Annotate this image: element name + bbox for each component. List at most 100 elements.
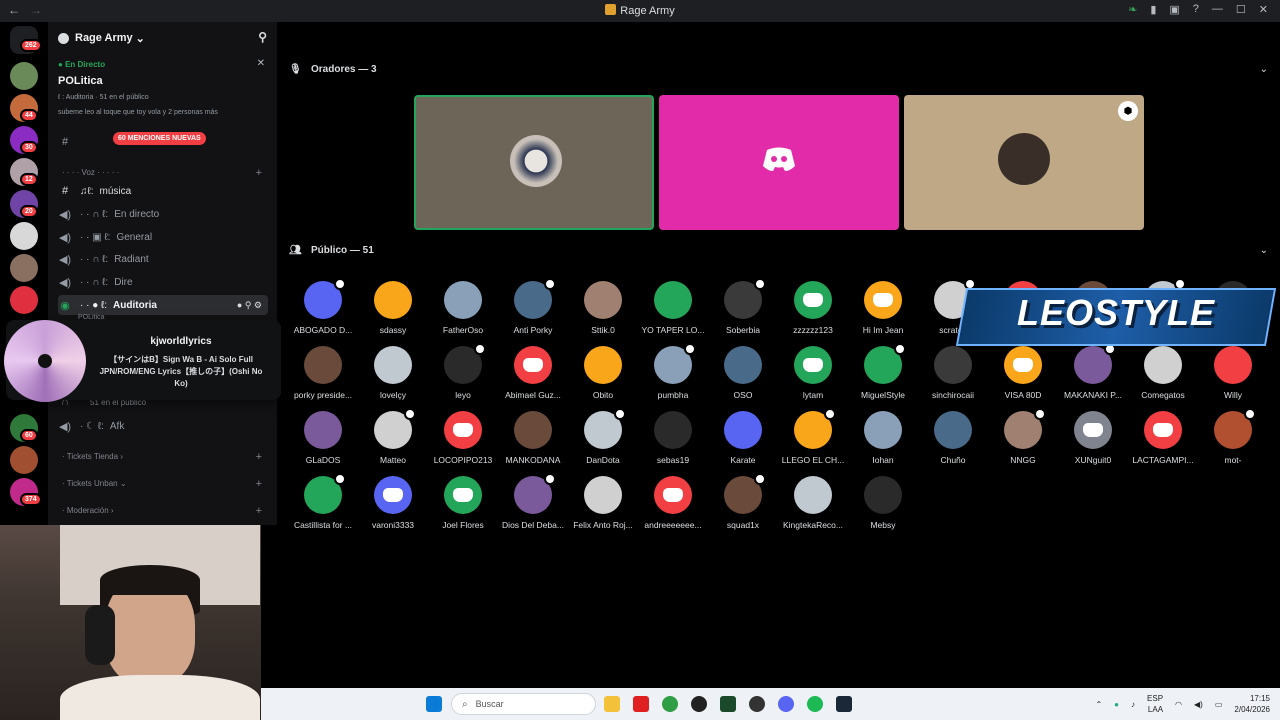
speakers-header[interactable]: 🎙︎ Oradores — 3	[289, 64, 377, 75]
new-mentions-badge[interactable]: 60 MENCIONES NUEVAS	[113, 132, 206, 145]
audience-member[interactable]: Mebsy	[848, 476, 918, 530]
audience-member[interactable]: sdassy	[358, 281, 428, 335]
leaf-icon[interactable]: ❧	[1128, 3, 1137, 16]
help-icon[interactable]: ?	[1193, 3, 1199, 16]
audience-member[interactable]: FatherOso	[428, 281, 498, 335]
chrome-icon[interactable]	[662, 696, 678, 712]
activity-popup[interactable]: kjworldlyrics 【サインはB】Sign Wa B - Ai Solo…	[4, 320, 281, 402]
audience-member[interactable]: Castillista for ...	[288, 473, 358, 530]
category-tickets-tienda[interactable]: · Tickets Tienda › +	[62, 451, 262, 463]
tray-app-icon[interactable]: ●	[1114, 700, 1119, 709]
audience-member[interactable]: Karate	[708, 411, 778, 465]
audience-member[interactable]: DanDota	[568, 408, 638, 465]
audience-member[interactable]: NNGG	[988, 408, 1058, 465]
channel-item-general[interactable]: ◀) · · ▣ ℓ: General	[58, 227, 268, 247]
youtube-icon[interactable]	[633, 696, 649, 712]
channel-tools-icon[interactable]: ● ⚲ ⚙	[237, 300, 262, 311]
audience-header[interactable]: 👥︎ Público — 51	[289, 245, 374, 256]
channel-item-auditoria[interactable]: ◉ · · ● ℓ: Auditoria ● ⚲ ⚙	[58, 295, 268, 315]
guild-icon[interactable]	[10, 254, 38, 282]
audience-member[interactable]: ABOGADO D...	[288, 278, 358, 335]
steam-icon[interactable]	[836, 696, 852, 712]
audience-member[interactable]: squad1x	[708, 473, 778, 530]
wifi-icon[interactable]: ◠	[1175, 700, 1182, 709]
audience-member[interactable]: YO TAPER LO...	[638, 281, 708, 335]
obs-icon[interactable]	[691, 696, 707, 712]
category-tickets-unban[interactable]: · Tickets Unban ⌄ +	[62, 478, 262, 490]
close-icon[interactable]: ✕	[257, 58, 265, 69]
add-channel-icon[interactable]: +	[256, 505, 262, 517]
audience-member[interactable]: LACTAGAMPI...	[1128, 411, 1198, 465]
audience-member[interactable]: Hi Im Jean	[848, 281, 918, 335]
channel-item-afk[interactable]: ◀) · ☾ ℓ: Afk	[58, 416, 268, 436]
audience-member[interactable]: Dios Del Deba...	[498, 473, 568, 530]
guild-icon[interactable]	[10, 62, 38, 90]
audience-member[interactable]: Matteo	[358, 408, 428, 465]
audience-member[interactable]: Willy	[1198, 346, 1268, 400]
add-member-icon[interactable]: ⚲	[258, 30, 267, 44]
channel-item-en-directo[interactable]: ◀) · · ∩ ℓ: En directo	[58, 204, 268, 224]
live-stage-card[interactable]: ● En Directo ✕ POLitica ℓ : Auditoria · …	[54, 54, 271, 120]
guild-icon[interactable]	[10, 286, 38, 314]
add-channel-icon[interactable]: +	[256, 451, 262, 463]
add-channel-icon[interactable]: +	[256, 478, 262, 490]
audience-member[interactable]: Comegatos	[1128, 346, 1198, 400]
audience-member[interactable]: LOCOPIPO213	[428, 411, 498, 465]
speaker-tile[interactable]	[659, 95, 899, 230]
audience-member[interactable]: Soberbia	[708, 278, 778, 335]
app-icon[interactable]	[720, 696, 736, 712]
audience-member[interactable]: GLaDOS	[288, 411, 358, 465]
audience-member[interactable]: zzzzzz123	[778, 281, 848, 335]
channel-item-radiant[interactable]: ◀) · · ∩ ℓ: Radiant	[58, 249, 268, 269]
category-voz[interactable]: · · · · Voz · · · · · +	[62, 167, 262, 179]
battery-icon[interactable]: ▭	[1215, 700, 1223, 709]
close-button[interactable]: ✕	[1259, 3, 1268, 16]
chevron-up-icon[interactable]: ⌃	[1095, 700, 1102, 709]
app-icon[interactable]	[749, 696, 765, 712]
audience-member[interactable]: Obito	[568, 346, 638, 400]
audience-member[interactable]: OSO	[708, 346, 778, 400]
audience-member[interactable]: varoni3333	[358, 476, 428, 530]
audience-member[interactable]: VISA 80D	[988, 346, 1058, 400]
audience-member[interactable]: pumbha	[638, 343, 708, 400]
maximize-button[interactable]: ☐	[1236, 3, 1246, 16]
audience-member[interactable]: porky preside...	[288, 346, 358, 400]
audience-member[interactable]: Anti Porky	[498, 278, 568, 335]
audience-member[interactable]: sinchirocaii	[918, 346, 988, 400]
audience-member[interactable]: andreeeeeee...	[638, 476, 708, 530]
audience-member[interactable]: Felix Anto Roj...	[568, 476, 638, 530]
audience-member[interactable]: lytam	[778, 346, 848, 400]
volume-icon[interactable]: ◀)	[1194, 700, 1203, 709]
speaker-tile[interactable]: ⬢	[904, 95, 1144, 230]
chevron-down-icon[interactable]: ⌄	[1260, 245, 1268, 256]
minimize-button[interactable]: —	[1212, 3, 1223, 16]
speaker-tile[interactable]	[414, 95, 654, 230]
audience-member[interactable]: mot-	[1198, 408, 1268, 465]
audience-member[interactable]: sebas19	[638, 411, 708, 465]
audience-member[interactable]: Joel Flores	[428, 476, 498, 530]
file-explorer-icon[interactable]	[604, 696, 620, 712]
pin-icon[interactable]: ▮	[1150, 3, 1156, 16]
audience-member[interactable]: MAKANAKI P...	[1058, 343, 1128, 400]
clock[interactable]: 17:15 2/04/2026	[1234, 693, 1270, 715]
back-arrow-icon[interactable]: ←	[8, 3, 20, 17]
audience-member[interactable]: KingtekaReco...	[778, 476, 848, 530]
forward-arrow-icon[interactable]: →	[30, 3, 42, 17]
audience-member[interactable]: MiguelStyle	[848, 343, 918, 400]
taskbar-search[interactable]: ⌕ Buscar	[451, 693, 596, 715]
audience-member[interactable]: XUNguit0	[1058, 411, 1128, 465]
channel-item-dire[interactable]: ◀) · · ∩ ℓ: Dire	[58, 272, 268, 292]
spotify-icon[interactable]	[807, 696, 823, 712]
chevron-down-icon[interactable]: ⌄	[1260, 64, 1268, 75]
server-header[interactable]: Rage Army ⌄ ⚲	[48, 22, 277, 54]
language-indicator[interactable]: ESP LAA	[1147, 693, 1163, 715]
microphone-icon[interactable]: ♪	[1131, 700, 1135, 709]
add-channel-icon[interactable]: +	[256, 167, 262, 179]
discord-icon[interactable]	[778, 696, 794, 712]
audience-member[interactable]: Iohan	[848, 411, 918, 465]
channel-item-musica[interactable]: # ♫ℓ: música	[58, 181, 268, 201]
start-button-icon[interactable]	[426, 696, 442, 712]
audience-member[interactable]: MANKODANA	[498, 411, 568, 465]
audience-member[interactable]: Sttik.0	[568, 281, 638, 335]
audience-member[interactable]: leyo	[428, 343, 498, 400]
